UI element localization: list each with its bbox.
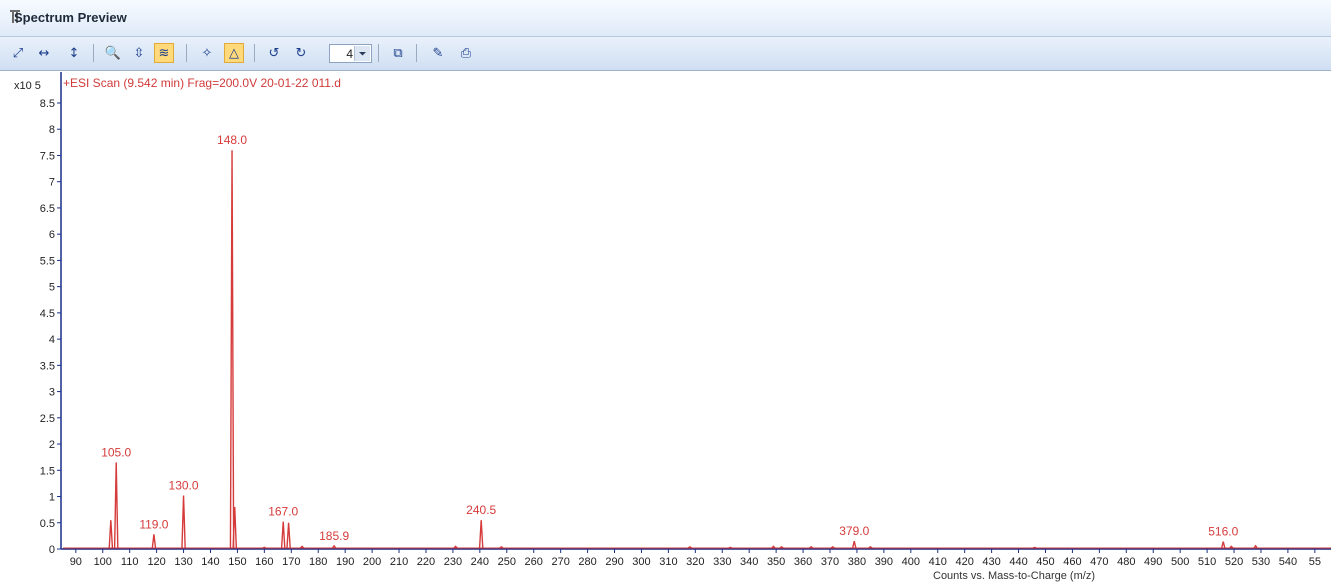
peak-label: 148.0 [217,133,247,147]
y-tick-label: 0.5 [40,518,55,530]
x-tick-label: 180 [309,556,327,568]
y-tick-label: 8.5 [40,98,55,110]
peak-label: 105.0 [101,445,131,459]
spectrum-peak [286,522,291,549]
x-tick-label: 350 [767,556,785,568]
y-tick-label: 1.5 [40,465,55,477]
x-tick-label: 280 [578,556,596,568]
x-tick-label: 270 [551,556,569,568]
y-tick-label: 0 [49,544,55,556]
x-tick-label: 260 [525,556,543,568]
x-tick-label: 470 [1090,556,1108,568]
x-tick-label: 90 [70,556,82,568]
spectrum-peak [181,495,186,549]
x-tick-label: 230 [444,556,462,568]
x-tick-label: 310 [659,556,677,568]
x-tick-label: 410 [929,556,947,568]
peak-label: 130.0 [169,478,199,492]
x-tick-label: 200 [363,556,381,568]
x-tick-label: 420 [956,556,974,568]
x-tick-label: 380 [848,556,866,568]
y-tick-label: 5.5 [40,255,55,267]
x-tick-label: 100 [94,556,112,568]
x-tick-label: 430 [982,556,1000,568]
x-tick-label: 490 [1144,556,1162,568]
spectrum-peak [262,546,267,549]
x-tick-label: 290 [605,556,623,568]
x-tick-label: 300 [632,556,650,568]
spectrum-peak [851,540,857,549]
y-tick-label: 3.5 [40,360,55,372]
x-tick-label: 450 [1036,556,1054,568]
peak-label: 240.5 [466,503,496,517]
x-tick-label: 320 [686,556,704,568]
x-tick-label: 500 [1171,556,1189,568]
x-tick-label: 520 [1225,556,1243,568]
x-tick-label: 210 [390,556,408,568]
x-tick-label: 160 [255,556,273,568]
x-tick-label: 360 [794,556,812,568]
x-tick-label: 140 [201,556,219,568]
y-tick-label: 7 [49,177,55,189]
x-tick-label: 240 [471,556,489,568]
y-tick-label: 1 [49,492,55,504]
x-tick-label: 130 [174,556,192,568]
spectrum-peak [113,462,119,549]
x-tick-label: 510 [1198,556,1216,568]
x-tick-label: 120 [147,556,165,568]
x-tick-label: 330 [713,556,731,568]
y-tick-label: 4 [49,334,55,346]
x-tick-label: 110 [121,556,139,568]
y-tick-label: 2.5 [40,413,55,425]
x-tick-label: 150 [228,556,246,568]
y-tick-label: 8 [49,124,55,136]
x-tick-label: 250 [498,556,516,568]
spectrum-peak [280,521,286,549]
y-tick-label: 3 [49,387,55,399]
x-tick-label: 480 [1117,556,1135,568]
spectrum-peak [1220,541,1226,549]
x-tick-label: 190 [336,556,354,568]
x-tick-label: 530 [1252,556,1270,568]
spectrum-peak [229,150,235,549]
spectrum-peak [1032,546,1037,549]
peak-label: 379.0 [839,524,869,538]
y-tick-label: 7.5 [40,150,55,162]
y-tick-label: 2 [49,439,55,451]
x-tick-label: 400 [902,556,920,568]
y-tick-label: 6.5 [40,203,55,215]
spectrum-peak [108,520,114,549]
peak-label: 119.0 [139,517,168,531]
spectrum-peak [151,534,157,549]
spectrum-peak [728,546,733,549]
peak-label: 167.0 [268,505,298,519]
x-tick-label: 170 [282,556,300,568]
x-tick-label: 460 [1063,556,1081,568]
x-tick-label: 340 [740,556,758,568]
y-tick-label: 5 [49,282,55,294]
mass-spectrum-chart: 0 0.5 1 1.5 2 2.5 3 3.5 4 4.5 5 5.5 6 6.5 7 7.5 8 8.5 90 10… [40,72,1331,568]
x-tick-label: 540 [1279,556,1297,568]
y-tick-label: 6 [49,229,55,241]
peak-label: 516.0 [1208,525,1238,539]
x-tick-label: 440 [1009,556,1027,568]
x-tick-label: 55 [1309,556,1321,568]
x-tick-label: 220 [417,556,435,568]
spectrum-peak [478,520,484,549]
peak-label: 185.9 [319,529,349,543]
x-tick-label: 390 [875,556,893,568]
x-tick-label: 370 [821,556,839,568]
y-tick-label: 4.5 [40,308,55,320]
